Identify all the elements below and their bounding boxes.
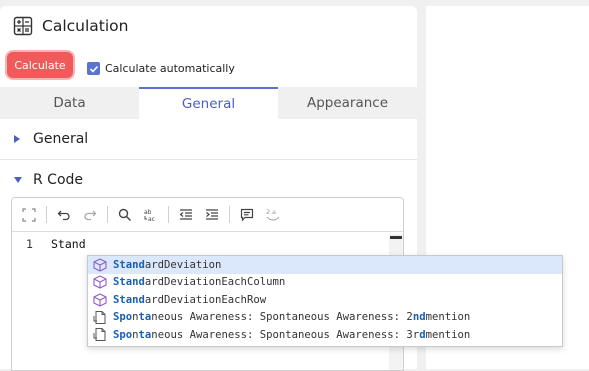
auto-calculate-label: Calculate automatically	[105, 62, 235, 75]
suggestion-rest: ardDeviationEachRow	[144, 293, 267, 306]
code-text[interactable]: Stand	[51, 237, 86, 251]
svg-text:a: a	[272, 208, 276, 216]
function-icon	[93, 275, 108, 290]
function-icon	[93, 292, 108, 307]
indent-icon[interactable]	[201, 204, 223, 226]
code-line[interactable]: 1 Stand	[12, 234, 403, 254]
tab-bar: Data General Appearance	[0, 87, 417, 119]
suggestion-rest: eous Awareness: Spontaneous Awareness: 2	[157, 311, 413, 324]
svg-text:ab: ab	[144, 209, 152, 216]
page-title: Calculation	[42, 17, 129, 35]
suggestion-item[interactable]: Spo n ta n eous Awareness: Spontaneous Aware…	[88, 309, 562, 327]
suggestion-rest: mention	[425, 311, 471, 324]
expand-icon[interactable]	[18, 204, 40, 226]
section-r-code[interactable]: R Code	[0, 160, 417, 200]
auto-calculate-toggle[interactable]: Calculate automatically	[87, 62, 235, 75]
calculate-button[interactable]: Calculate	[7, 52, 73, 78]
suggestion-match: Stand	[113, 276, 145, 289]
calculator-icon	[13, 16, 33, 36]
comment-icon[interactable]	[236, 204, 258, 226]
tab-appearance[interactable]: Appearance	[278, 87, 417, 119]
suggestion-match: ta	[138, 311, 152, 324]
toolbar-divider	[107, 206, 108, 223]
suggestion-rest: ardDeviation	[144, 258, 222, 271]
format-icon[interactable]: 2a	[262, 204, 284, 226]
suggestion-rest: mention	[425, 328, 471, 341]
suggestion-rest: eous Awareness: Spontaneous Awareness: 3…	[157, 328, 420, 341]
line-number: 1	[26, 237, 33, 251]
variable-icon	[93, 327, 108, 342]
tab-data[interactable]: Data	[0, 87, 139, 119]
suggestion-item[interactable]: Stand ardDeviationEachColumn	[88, 274, 562, 292]
function-icon	[93, 257, 108, 272]
svg-text:ac: ac	[148, 216, 155, 222]
suggestion-item[interactable]: Stand ardDeviation	[88, 256, 562, 274]
suggestion-match: Spo	[113, 311, 133, 324]
panel-header: Calculation	[13, 16, 128, 36]
suggestion-match: ta	[138, 328, 152, 341]
editor-toolbar: ab ac 2a	[12, 198, 403, 232]
search-icon[interactable]	[114, 204, 136, 226]
suggestion-match: nd	[412, 311, 426, 324]
suggestion-match: Stand	[113, 258, 145, 271]
suggestion-match: Stand	[113, 293, 145, 306]
tab-general[interactable]: General	[139, 87, 278, 119]
section-general[interactable]: General	[0, 119, 417, 160]
variable-icon	[93, 310, 108, 325]
section-general-label: General	[33, 131, 89, 147]
chevron-down-icon	[13, 176, 23, 184]
suggestion-rest: ardDeviationEachColumn	[144, 276, 286, 289]
toolbar-divider	[168, 206, 169, 223]
outdent-icon[interactable]	[175, 204, 197, 226]
redo-icon[interactable]	[79, 204, 101, 226]
autocomplete-dropdown[interactable]: Stand ardDeviation Stand ardDeviationEachC…	[87, 255, 563, 347]
section-r-code-label: R Code	[33, 172, 84, 188]
suggestion-match: Spo	[113, 328, 133, 341]
suggestion-item[interactable]: Stand ardDeviationEachRow	[88, 291, 562, 309]
toolbar-divider	[46, 206, 47, 223]
undo-icon[interactable]	[53, 204, 75, 226]
chevron-right-icon	[13, 134, 23, 144]
auto-calculate-checkbox[interactable]	[87, 62, 100, 75]
suggestion-item[interactable]: Spo n ta n eous Awareness: Spontaneous Aware…	[88, 326, 562, 344]
toolbar-divider	[229, 206, 230, 223]
replace-icon[interactable]: ab ac	[140, 204, 162, 226]
svg-text:2: 2	[266, 208, 270, 216]
